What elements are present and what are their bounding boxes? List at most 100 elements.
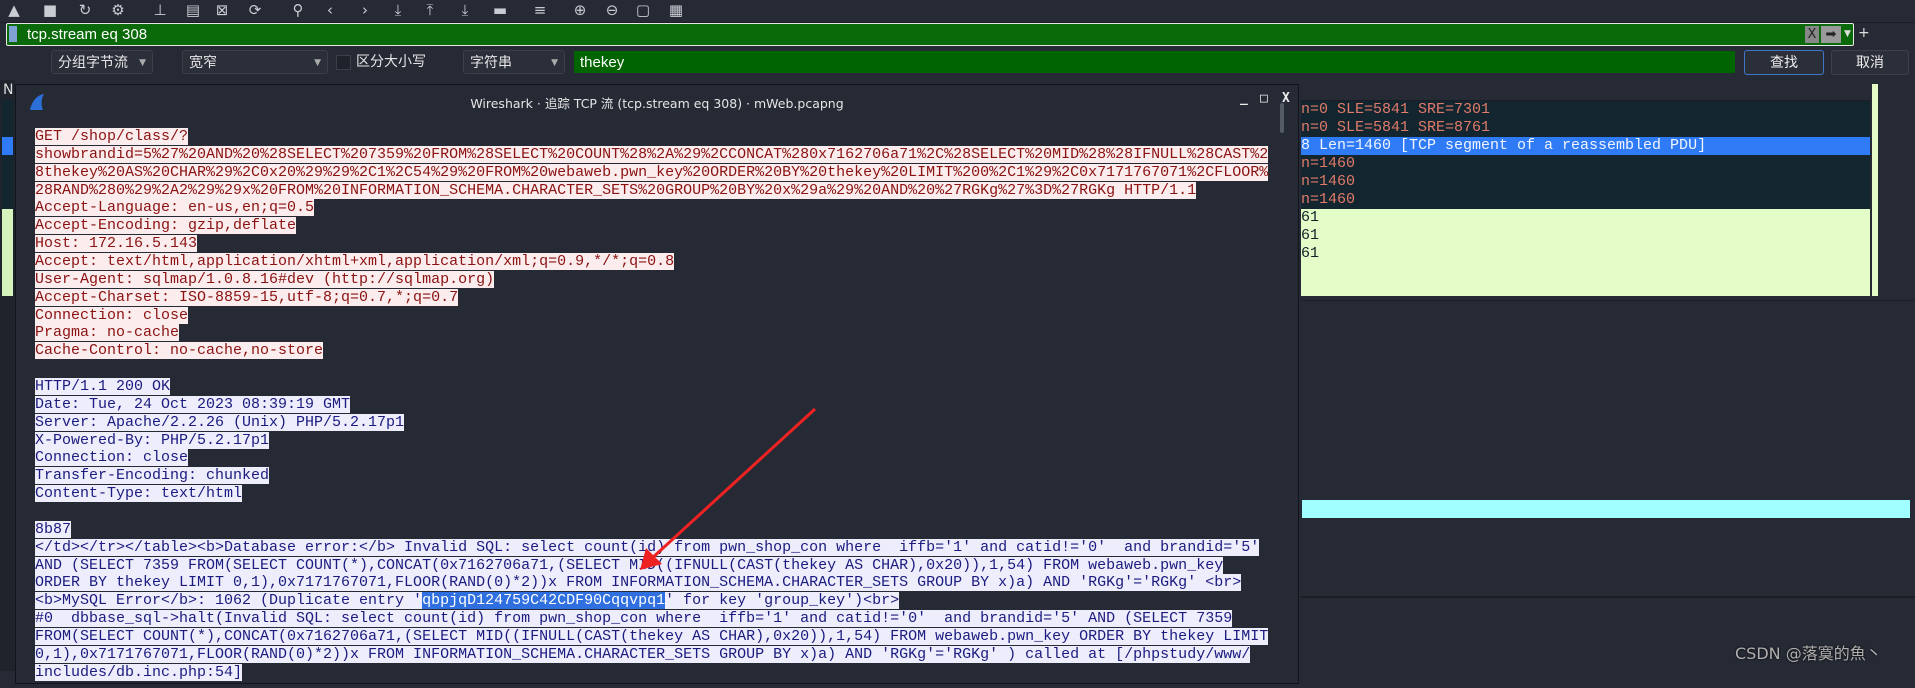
search-match-highlight: qbpjqD124759C42CDF90Cqqvpq1: [422, 592, 666, 610]
line-text: Server: Apache/2.2.26 (Unix) PHP/5.2.17p…: [35, 413, 405, 431]
char-width-value: 宽窄: [189, 55, 217, 71]
server-line: X-Powered-By: PHP/5.2.17p1: [35, 431, 1283, 450]
apply-filter-button[interactable]: ➡: [1821, 26, 1841, 43]
client-line: Pragma: no-cache: [35, 324, 1283, 342]
zoom-in-icon[interactable]: ⊕: [570, 1, 590, 19]
add-filter-button[interactable]: +: [1858, 23, 1870, 44]
char-width-select[interactable]: 宽窄 ▼: [182, 50, 328, 74]
client-line: 8thekey%20AS%20CHAR%29%2C0x20%29%29%2C1%…: [35, 163, 1283, 182]
chevron-down-icon: ▼: [551, 58, 558, 68]
colorize-icon[interactable]: ≡: [530, 1, 550, 19]
packet-list-empty-area: [1301, 263, 1870, 296]
column-header-no: N: [3, 82, 14, 98]
line-text: ORDER BY thekey LIMIT 0,1),0x7171767071,…: [35, 574, 1242, 592]
line-text: Connection: close: [35, 306, 189, 324]
line-text: <b>MySQL Error</b>: 1062 (Duplicate entr…: [35, 592, 423, 610]
server-line: Date: Tue, 24 Oct 2023 08:39:19 GMT: [35, 395, 1283, 414]
restart-capture-icon[interactable]: ↻: [75, 1, 95, 19]
packet-row[interactable]: n=1460: [1301, 191, 1870, 209]
line-text: FROM(SELECT COUNT(*),CONCAT(0x7162706a71…: [35, 628, 1269, 646]
search-type-select[interactable]: 字符串 ▼: [463, 50, 565, 74]
stream-scrollbar[interactable]: [1280, 99, 1286, 619]
packet-row[interactable]: 61: [1301, 209, 1870, 227]
stop-capture-icon[interactable]: ■: [40, 1, 60, 19]
client-line: Host: 172.16.5.143: [35, 235, 1283, 253]
packet-row[interactable]: 61: [1301, 227, 1870, 245]
line-text: User-Agent: sqlmap/1.0.8.16#dev (http://…: [35, 270, 495, 288]
autoscroll-icon[interactable]: ▬: [490, 1, 510, 19]
packet-row[interactable]: n=0 SLE=5841 SRE=7301: [1301, 101, 1870, 119]
line-text: 8thekey%20AS%20CHAR%29%2C0x20%29%29%2C1%…: [35, 163, 1269, 181]
main-toolbar: ▲ ■ ↻ ⚙ ⊥ ▤ ⊠ ⟳ ⚲ ‹ › ⤓ ⤒ ⤓ ▬ ≡ ⊕ ⊖ ▢ ▦: [0, 0, 1915, 23]
server-line: FROM(SELECT COUNT(*),CONCAT(0x7162706a71…: [35, 628, 1283, 646]
packet-list-left-edge: N: [0, 80, 15, 671]
close-file-icon[interactable]: ⊠: [212, 1, 232, 19]
go-to-packet-icon[interactable]: ⤓: [388, 1, 408, 19]
line-text: Cache-Control: no-cache,no-store: [35, 342, 324, 360]
client-line: 28RAND%280%29%2A2%29%29x%20FROM%20INFORM…: [35, 181, 1283, 200]
display-filter-bar[interactable]: tcp.stream eq 308 X ➡ ▼: [6, 23, 1854, 46]
server-line: ORDER BY thekey LIMIT 0,1),0x7171767071,…: [35, 574, 1283, 592]
case-sensitive-label: 区分大小写: [356, 54, 426, 70]
display-filter-input[interactable]: tcp.stream eq 308: [27, 24, 147, 45]
find-button[interactable]: 查找: [1744, 50, 1824, 75]
server-line: Content-Type: text/html: [35, 485, 1283, 503]
find-input[interactable]: [574, 51, 1735, 73]
options-icon[interactable]: ⚙: [108, 1, 128, 19]
case-sensitive-checkbox[interactable]: [336, 55, 351, 70]
forward-icon[interactable]: ›: [355, 1, 375, 19]
row-strip: [2, 155, 13, 209]
start-capture-icon[interactable]: ▲: [4, 1, 24, 19]
line-text: Accept-Charset: ISO-8859-15,utf-8;q=0.7,…: [35, 288, 459, 306]
line-text: Host: 172.16.5.143: [35, 235, 198, 253]
line-text: Accept: text/html,application/xhtml+xml,…: [35, 253, 675, 271]
maximize-button[interactable]: □: [1260, 91, 1268, 106]
line-text: 8b87: [35, 520, 72, 538]
packet-list-scrollbar[interactable]: [1872, 84, 1878, 296]
client-line: Cache-Control: no-cache,no-store: [35, 342, 1283, 360]
cancel-button[interactable]: 取消: [1831, 50, 1909, 75]
resize-columns-icon[interactable]: ▦: [666, 1, 686, 19]
packet-row[interactable]: n=0 SLE=5841 SRE=8761: [1301, 119, 1870, 137]
stream-content[interactable]: GET /shop/class/? showbrandid=5%27%20AND%…: [35, 128, 1283, 688]
packet-row[interactable]: n=1460: [1301, 173, 1870, 191]
find-icon[interactable]: ⚲: [288, 1, 308, 19]
line-text: Date: Tue, 24 Oct 2023 08:39:19 GMT: [35, 395, 351, 413]
last-packet-icon[interactable]: ⤓: [455, 1, 475, 19]
client-line: [35, 360, 1283, 378]
packet-row-selected[interactable]: 8 Len=1460 [TCP segment of a reassembled…: [1301, 137, 1870, 155]
line-text: GET /shop/class/?: [35, 128, 189, 145]
search-in-value: 分组字节流: [58, 55, 128, 71]
line-text: Connection: close: [35, 449, 189, 467]
dialog-title-bar[interactable]: Wireshark · 追踪 TCP 流 (tcp.stream eq 308)…: [16, 85, 1298, 125]
zoom-out-icon[interactable]: ⊖: [602, 1, 622, 19]
packet-row[interactable]: n=1460: [1301, 155, 1870, 173]
line-text: includes/db.inc.php:54]: [35, 663, 243, 681]
first-packet-icon[interactable]: ⤒: [420, 1, 440, 19]
line-text: 0,1),0x7171767071,FLOOR(RAND(0)*2))x FRO…: [35, 645, 1251, 663]
scrollbar-thumb[interactable]: [1280, 103, 1284, 133]
search-in-select[interactable]: 分组字节流 ▼: [51, 50, 153, 74]
back-icon[interactable]: ‹: [320, 1, 340, 19]
server-line: <b>MySQL Error</b>: 1062 (Duplicate entr…: [35, 592, 1283, 610]
line-text: Content-Type: text/html: [35, 485, 243, 503]
packet-row[interactable]: 61: [1301, 245, 1870, 263]
line-text: Pragma: no-cache: [35, 324, 180, 342]
server-line: includes/db.inc.php:54]: [35, 663, 1283, 682]
reload-icon[interactable]: ⟳: [245, 1, 265, 19]
packet-list[interactable]: n=0 SLE=5841 SRE=7301 n=0 SLE=5841 SRE=87…: [1301, 84, 1870, 296]
line-text: #0 dbbase_sql->halt(Invalid SQL: select …: [35, 610, 1233, 628]
server-line: AND (SELECT 7359 FROM(SELECT COUNT(*),CO…: [35, 556, 1283, 575]
normal-size-icon[interactable]: ▢: [633, 1, 653, 19]
bookmark-icon[interactable]: [9, 26, 17, 42]
filter-history-dropdown[interactable]: ▼: [1842, 24, 1853, 45]
packet-bytes-highlight: [1302, 500, 1910, 518]
watermark: CSDN @落寞的魚丶: [1735, 644, 1882, 663]
pane-divider[interactable]: [1301, 300, 1915, 301]
save-file-icon[interactable]: ▤: [183, 1, 203, 19]
minimize-button[interactable]: _: [1240, 91, 1248, 106]
pane-divider[interactable]: [1301, 596, 1915, 598]
clear-filter-button[interactable]: X: [1805, 26, 1819, 43]
line-text: HTTP/1.1 200 OK: [35, 378, 171, 396]
open-file-icon[interactable]: ⊥: [150, 1, 170, 19]
